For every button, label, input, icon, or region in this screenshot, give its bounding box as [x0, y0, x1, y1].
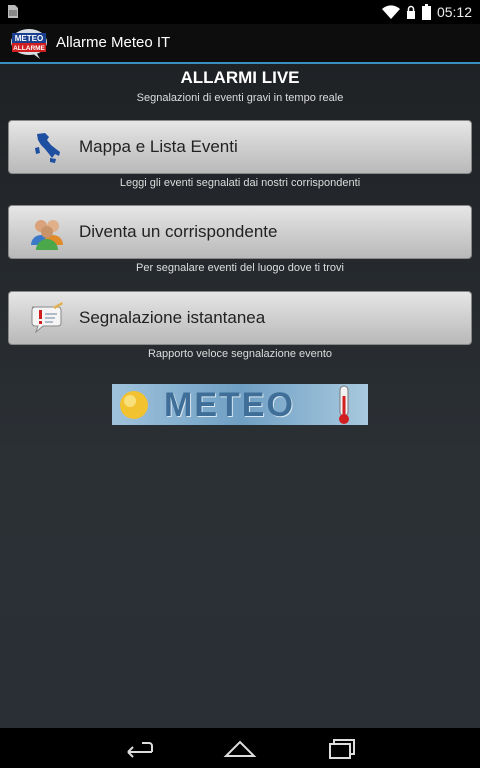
navigation-bar	[0, 728, 480, 768]
become-correspondent-button[interactable]: Diventa un corrispondente	[8, 205, 472, 259]
battery-icon	[421, 4, 431, 20]
sun-icon	[120, 391, 148, 419]
map-events-caption: Leggi gli eventi segnalati dai nostri co…	[119, 177, 361, 189]
back-icon[interactable]	[118, 734, 158, 762]
app-logo-icon[interactable]: METEO ALLARME	[10, 28, 48, 60]
action-bar: METEO ALLARME Allarme Meteo IT	[0, 24, 480, 64]
users-icon	[31, 220, 63, 250]
home-icon[interactable]	[220, 734, 260, 762]
italy-map-icon	[35, 133, 60, 163]
meteo-banner[interactable]: METEO	[112, 384, 368, 425]
become-correspondent-label: Diventa un corrispondente	[79, 222, 278, 241]
banner-text: METEO	[164, 386, 295, 424]
map-events-label: Mappa e Lista Eventi	[79, 137, 238, 156]
alert-message-icon	[31, 302, 63, 334]
map-events-button[interactable]: Mappa e Lista Eventi	[8, 120, 472, 174]
page-subtitle: Segnalazioni di eventi gravi in tempo re…	[136, 92, 344, 104]
lock-icon	[406, 5, 415, 19]
instant-report-caption: Rapporto veloce segnalazione evento	[147, 348, 333, 360]
sim-card-icon	[8, 5, 18, 18]
logo-text-bottom: ALLARME	[13, 45, 45, 52]
page-title: ALLARMI LIVE	[180, 68, 300, 87]
thermometer-icon	[339, 385, 349, 424]
logo-text-top: METEO	[15, 34, 43, 43]
instant-report-button[interactable]: Segnalazione istantanea	[8, 291, 472, 345]
status-clock: 05:12	[436, 4, 472, 20]
instant-report-label: Segnalazione istantanea	[79, 308, 266, 327]
status-bar: 05:12	[0, 0, 480, 24]
app-title: Allarme Meteo IT	[56, 34, 171, 51]
wifi-icon	[381, 5, 400, 19]
recent-apps-icon[interactable]	[322, 734, 362, 762]
become-correspondent-caption: Per segnalare eventi del luogo dove ti t…	[136, 262, 344, 274]
main-content: ALLARMI LIVE Segnalazioni di eventi grav…	[0, 64, 480, 728]
